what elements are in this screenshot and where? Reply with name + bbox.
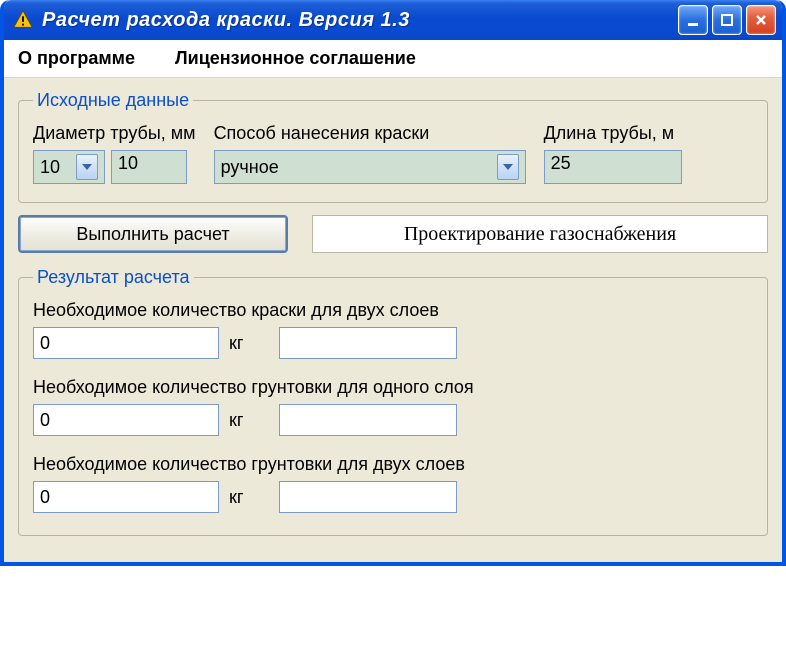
- inputs-legend: Исходные данные: [33, 90, 193, 111]
- client-area: Исходные данные Диаметр трубы, мм 10 10: [4, 78, 782, 562]
- length-column: Длина трубы, м 25: [544, 123, 682, 184]
- menu-about[interactable]: О программе: [18, 48, 135, 69]
- primer2-label: Необходимое количество грунтовки для дву…: [33, 454, 753, 475]
- diameter-combo-value: 10: [40, 157, 76, 178]
- diameter-label: Диаметр трубы, мм: [33, 123, 196, 144]
- diameter-column: Диаметр трубы, мм 10 10: [33, 123, 196, 184]
- chevron-down-icon[interactable]: [76, 154, 98, 180]
- length-input[interactable]: 25: [544, 150, 682, 184]
- results-legend: Результат расчета: [33, 267, 194, 288]
- paint2-output-secondary: [279, 327, 457, 359]
- method-select[interactable]: ручное: [214, 150, 526, 184]
- window-controls: [678, 5, 776, 35]
- window-title: Расчет расхода краски. Версия 1.3: [42, 9, 678, 32]
- primer1-label: Необходимое количество грунтовки для одн…: [33, 377, 753, 398]
- primer2-unit: кг: [229, 487, 243, 508]
- method-label: Способ нанесения краски: [214, 123, 526, 144]
- main-window: Расчет расхода краски. Версия 1.3 О прог…: [0, 0, 786, 566]
- inputs-group: Исходные данные Диаметр трубы, мм 10 10: [18, 90, 768, 203]
- app-icon: [12, 9, 34, 31]
- method-value: ручное: [221, 157, 279, 178]
- titlebar: Расчет расхода краски. Версия 1.3: [4, 0, 782, 40]
- length-label: Длина трубы, м: [544, 123, 682, 144]
- paint2-unit: кг: [229, 333, 243, 354]
- results-group: Результат расчета Необходимое количество…: [18, 267, 768, 536]
- promo-link[interactable]: Проектирование газоснабжения: [312, 215, 768, 253]
- close-button[interactable]: [746, 5, 776, 35]
- menu-license[interactable]: Лицензионное соглашение: [175, 48, 416, 69]
- calculate-button[interactable]: Выполнить расчет: [18, 215, 288, 253]
- menubar: О программе Лицензионное соглашение: [4, 40, 782, 78]
- primer1-unit: кг: [229, 410, 243, 431]
- primer2-output-secondary: [279, 481, 457, 513]
- diameter-input[interactable]: 10: [111, 150, 187, 184]
- diameter-combo[interactable]: 10: [33, 150, 105, 184]
- chevron-down-icon[interactable]: [497, 154, 519, 180]
- primer1-output: 0: [33, 404, 219, 436]
- action-row: Выполнить расчет Проектирование газоснаб…: [18, 215, 768, 253]
- method-column: Способ нанесения краски ручное: [214, 123, 526, 184]
- minimize-button[interactable]: [678, 5, 708, 35]
- maximize-button[interactable]: [712, 5, 742, 35]
- paint2-label: Необходимое количество краски для двух с…: [33, 300, 753, 321]
- paint2-output: 0: [33, 327, 219, 359]
- primer2-output: 0: [33, 481, 219, 513]
- primer1-output-secondary: [279, 404, 457, 436]
